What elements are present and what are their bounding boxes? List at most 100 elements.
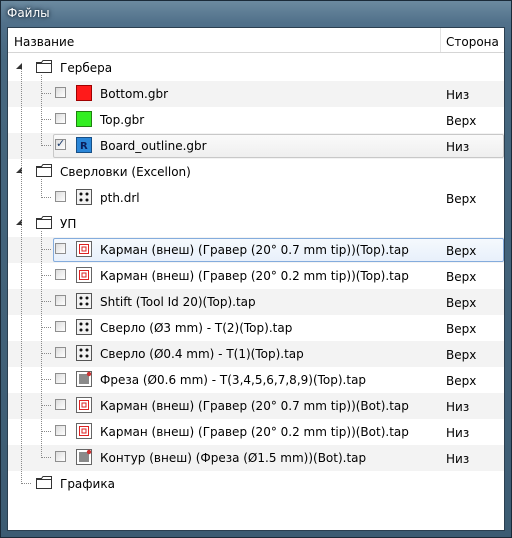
tree-connector [41,197,51,198]
green-square [76,111,92,127]
drill-dots-icon [76,293,92,309]
tree-connector [41,405,51,406]
tree-connector [41,275,51,276]
tree-connector [41,249,51,250]
window-title: Файлы [7,6,50,20]
tree-connector [21,69,22,484]
folder-icon [36,216,52,229]
drill-dots-icon [76,319,92,335]
file-side: Низ [446,140,470,154]
file-name: Контур (внеш) (Фреза (Ø1.5 mm))(Bot).tap [100,451,367,465]
tree-connector [41,353,51,354]
folder-icon [36,476,52,489]
mill-icon [76,449,92,465]
file-side: Верх [446,322,477,336]
file-checkbox[interactable] [55,399,66,410]
tree-connector [41,119,51,120]
drill-dots-icon [76,345,92,361]
files-window: Файлы Название Сторона Гербера Bottom.gbr… [0,0,512,538]
file-checkbox[interactable] [55,451,66,462]
tree-connector [41,431,51,432]
file-side: Верх [446,374,477,388]
group-label: Сверловки (Excellon) [60,165,191,179]
column-side-header[interactable]: Сторона [446,28,499,52]
file-row[interactable]: Top.gbr Верх [8,107,504,133]
file-tree-panel: Название Сторона Гербера Bottom.gbr Низ Top… [7,27,505,531]
file-checkbox[interactable] [55,425,66,436]
file-row[interactable]: Bottom.gbr Низ [8,81,504,107]
folder-icon [36,164,52,177]
file-checkbox[interactable] [55,269,66,280]
tree-connector [41,231,42,458]
file-side: Низ [446,452,470,466]
file-side: Верх [446,114,477,128]
pocket-icon [76,241,92,257]
file-row[interactable]: Карман (внеш) (Гравер (20° 0.2 mm tip))(… [8,419,504,445]
file-name: Top.gbr [100,113,145,127]
tree-group-row[interactable]: Гербера [8,55,504,81]
file-name: Shtift (Tool Id 20)(Top).tap [100,295,256,309]
file-row[interactable]: Карман (внеш) (Гравер (20° 0.7 mm tip))(… [8,393,504,419]
file-name: Карман (внеш) (Гравер (20° 0.2 mm tip))(… [100,425,409,439]
pocket-icon [76,267,92,283]
file-row[interactable]: R Board_outline.gbr Низ [8,133,504,159]
column-header: Название Сторона [8,28,504,53]
file-checkbox[interactable] [55,295,66,306]
file-checkbox[interactable] [55,191,66,202]
tree-connector [41,379,51,380]
file-name: Фреза (Ø0.6 mm) - T(3,4,5,6,7,8,9)(Top).… [100,373,367,387]
tree-connector [41,457,51,458]
file-row[interactable]: Сверло (Ø3 mm) - T(2)(Top).tap Верх [8,315,504,341]
mill-icon [76,371,92,387]
file-row[interactable]: Фреза (Ø0.6 mm) - T(3,4,5,6,7,8,9)(Top).… [8,367,504,393]
tree-connector [41,301,51,302]
file-checkbox[interactable] [55,137,66,150]
tree-connector [21,483,31,484]
title-bar[interactable]: Файлы [1,1,511,25]
file-side: Низ [446,426,470,440]
drill-dots-icon [76,189,92,205]
blue-r-icon: R [76,137,92,153]
file-row[interactable]: Контур (внеш) (Фреза (Ø1.5 mm))(Bot).tap… [8,445,504,471]
file-row[interactable]: Карман (внеш) (Гравер (20° 0.7 mm tip))(… [8,237,504,263]
file-side: Верх [446,296,477,310]
svg-text:R: R [80,141,88,152]
group-label: УП [60,217,77,231]
file-checkbox[interactable] [55,373,66,384]
tree-connector [41,327,51,328]
column-divider[interactable] [440,28,441,52]
folder-icon [36,60,52,73]
tree-group-row[interactable]: Графика [8,471,504,497]
file-checkbox[interactable] [55,347,66,358]
file-side: Верх [446,192,477,206]
file-side: Верх [446,270,477,284]
file-row[interactable]: Карман (внеш) (Гравер (20° 0.2 mm tip))(… [8,263,504,289]
file-name: pth.drl [100,191,140,205]
file-name: Сверло (Ø3 mm) - T(2)(Top).tap [100,321,293,335]
file-name: Bottom.gbr [100,87,168,101]
file-checkbox[interactable] [55,243,66,254]
file-checkbox[interactable] [55,87,66,98]
file-row[interactable]: pth.drl Верх [8,185,504,211]
file-checkbox[interactable] [55,321,66,332]
tree-group-row[interactable]: Сверловки (Excellon) [8,159,504,185]
file-name: Сверло (Ø0.4 mm) - T(1)(Top).tap [100,347,304,361]
tree-group-row[interactable]: УП [8,211,504,237]
file-name: Board_outline.gbr [100,139,207,153]
file-side: Низ [446,88,470,102]
file-side: Низ [446,400,470,414]
file-checkbox[interactable] [55,113,66,124]
pocket-icon [76,397,92,413]
tree-connector [41,75,42,146]
file-row[interactable]: Сверло (Ø0.4 mm) - T(1)(Top).tap Верх [8,341,504,367]
file-side: Верх [446,244,477,258]
tree-connector [41,179,42,198]
file-row[interactable]: Shtift (Tool Id 20)(Top).tap Верх [8,289,504,315]
file-name: Карман (внеш) (Гравер (20° 0.7 mm tip))(… [100,243,409,257]
file-side: Верх [446,348,477,362]
file-name: Карман (внеш) (Гравер (20° 0.2 mm tip))(… [100,269,409,283]
column-name-header[interactable]: Название [14,28,74,52]
file-name: Карман (внеш) (Гравер (20° 0.7 mm tip))(… [100,399,409,413]
tree-connector [41,93,51,94]
tree-connector [41,145,51,146]
